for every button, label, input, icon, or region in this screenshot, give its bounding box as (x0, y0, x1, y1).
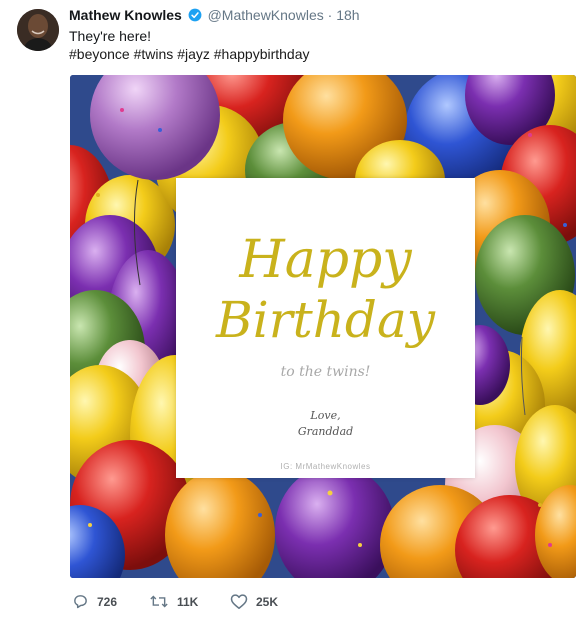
avatar-photo (17, 9, 59, 51)
retweet-icon (149, 593, 169, 610)
hashtag-link[interactable]: #twins (134, 46, 174, 62)
retweet-button[interactable]: 11K (149, 593, 198, 610)
author-handle[interactable]: @MathewKnowles (208, 7, 324, 23)
avatar[interactable] (17, 9, 59, 51)
header-separator: · (327, 7, 333, 23)
reply-count: 726 (97, 594, 118, 609)
hashtag-link[interactable]: #jayz (177, 46, 210, 62)
reply-icon (72, 593, 89, 610)
card-heading-birthday: Birthday (216, 291, 435, 349)
hashtag-link[interactable]: #happybirthday (214, 46, 310, 62)
like-count: 25K (256, 594, 279, 609)
timestamp[interactable]: 18h (336, 7, 359, 23)
tweet-text: They're here! (69, 28, 152, 44)
card-signoff-name: Granddad (297, 425, 354, 438)
like-button[interactable]: 25K (230, 593, 278, 610)
tweet-media-image[interactable]: Happy Birthday to the twins! Love, Grand… (70, 75, 576, 578)
heart-icon (230, 593, 248, 610)
tweet-header: Mathew Knowles @MathewKnowles · 18h (69, 6, 360, 26)
card-subtitle: to the twins! (280, 364, 371, 380)
verified-badge-icon (188, 8, 202, 26)
card-signoff-love: Love, (310, 409, 341, 422)
reply-button[interactable]: 726 (72, 593, 117, 610)
card-heading-happy: Happy (239, 230, 412, 290)
card-credit: IG: MrMathewKnowles (280, 462, 371, 471)
hashtag-list: #beyonce #twins #jayz #happybirthday (69, 44, 310, 64)
author-name[interactable]: Mathew Knowles (69, 7, 182, 23)
hashtag-link[interactable]: #beyonce (69, 46, 130, 62)
birthday-card: Happy Birthday to the twins! Love, Grand… (176, 178, 475, 478)
retweet-count: 11K (177, 594, 199, 609)
